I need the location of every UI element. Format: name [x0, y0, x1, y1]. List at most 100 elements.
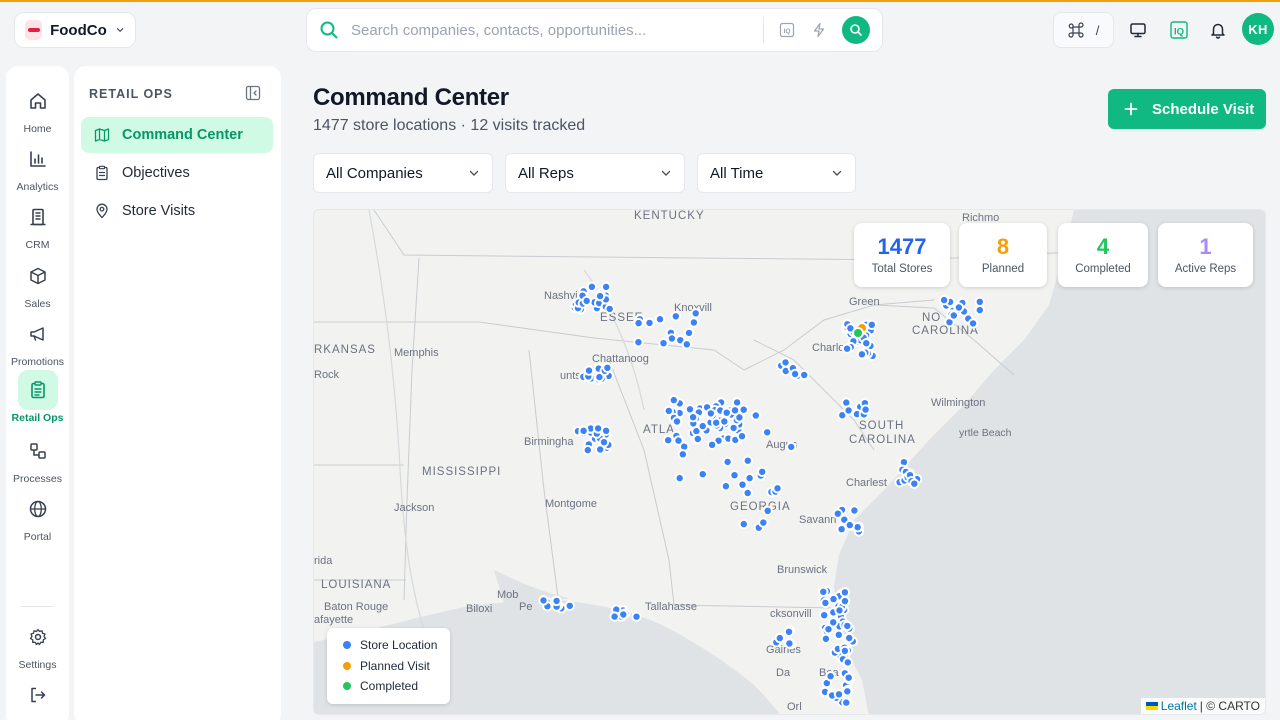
iq-icon[interactable]: IQ	[1168, 19, 1190, 41]
store-marker[interactable]	[762, 505, 773, 516]
store-marker[interactable]	[842, 620, 853, 632]
store-marker[interactable]	[839, 587, 851, 598]
store-marker[interactable]	[856, 349, 868, 360]
store-marker[interactable]	[719, 416, 730, 427]
store-marker[interactable]	[783, 626, 795, 637]
store-marker[interactable]	[742, 487, 753, 499]
store-marker[interactable]	[909, 478, 920, 489]
lightning-icon[interactable]	[810, 21, 828, 39]
rep-filter-select[interactable]: All Reps	[505, 153, 685, 193]
store-marker[interactable]	[604, 303, 615, 315]
schedule-visit-button[interactable]: Schedule Visit	[1108, 89, 1266, 129]
store-marker[interactable]	[757, 466, 768, 477]
rail-item-settings[interactable]: Settings	[6, 617, 69, 673]
store-marker[interactable]	[841, 697, 852, 708]
store-marker[interactable]	[663, 435, 674, 446]
store-marker[interactable]	[690, 308, 701, 319]
org-switcher[interactable]: FoodCo	[14, 12, 136, 48]
store-marker[interactable]	[839, 595, 851, 607]
store-marker[interactable]	[828, 593, 839, 605]
store-marker[interactable]	[729, 405, 741, 416]
rail-item-analytics[interactable]: Analytics	[6, 139, 69, 195]
store-marker[interactable]	[681, 339, 692, 350]
store-marker[interactable]	[861, 338, 872, 349]
store-marker[interactable]	[668, 394, 679, 406]
store-marker[interactable]	[762, 427, 773, 438]
store-marker[interactable]	[706, 439, 718, 451]
store-marker[interactable]	[938, 294, 950, 306]
store-marker[interactable]	[683, 327, 695, 339]
store-marker[interactable]	[697, 420, 708, 432]
bell-icon[interactable]	[1207, 19, 1229, 41]
store-marker[interactable]	[737, 479, 748, 490]
iq-scan-icon[interactable]: IQ	[778, 21, 796, 39]
store-marker[interactable]	[609, 611, 620, 622]
store-marker[interactable]	[844, 632, 855, 644]
store-marker[interactable]	[819, 610, 830, 621]
store-marker[interactable]	[833, 689, 845, 700]
store-marker[interactable]	[844, 519, 855, 531]
store-marker[interactable]	[592, 423, 604, 434]
store-marker[interactable]	[654, 314, 666, 325]
store-marker[interactable]	[820, 633, 832, 644]
store-marker[interactable]	[784, 638, 795, 649]
rail-item-sales[interactable]: Sales	[6, 256, 69, 312]
store-marker[interactable]	[744, 472, 755, 484]
store-marker[interactable]	[825, 671, 836, 682]
subnav-item-objectives[interactable]: Objectives	[81, 155, 273, 191]
store-marker[interactable]	[598, 437, 610, 448]
store-marker[interactable]	[633, 337, 644, 348]
store-marker[interactable]	[842, 657, 853, 668]
store-marker[interactable]	[839, 645, 851, 657]
rail-item-processes[interactable]: Processes	[6, 431, 69, 487]
store-marker[interactable]	[582, 444, 593, 456]
rail-item-crm[interactable]: CRM	[6, 197, 69, 253]
store-marker[interactable]	[832, 508, 843, 519]
store-marker[interactable]	[833, 629, 844, 640]
store-marker[interactable]	[583, 365, 595, 376]
rail-item-promotions[interactable]: Promotions	[6, 314, 69, 370]
subnav-item-store-visits[interactable]: Store Visits	[81, 193, 273, 229]
store-marker[interactable]	[866, 319, 877, 331]
store-marker[interactable]	[948, 310, 959, 321]
store-marker[interactable]	[842, 686, 853, 697]
store-marker[interactable]	[564, 600, 576, 611]
search-submit-button[interactable]	[842, 16, 870, 44]
store-marker[interactable]	[581, 295, 592, 307]
rail-item-logout[interactable]	[6, 675, 69, 720]
leaflet-link[interactable]: Leaflet	[1161, 699, 1197, 713]
store-marker[interactable]	[666, 333, 678, 344]
store-marker[interactable]	[705, 408, 716, 419]
store-marker[interactable]	[834, 605, 845, 616]
store-marker[interactable]	[820, 597, 831, 609]
company-filter-select[interactable]: All Companies	[313, 153, 493, 193]
search-input[interactable]	[351, 21, 751, 39]
rail-item-home[interactable]: Home	[6, 81, 69, 137]
command-palette-button[interactable]: /	[1053, 12, 1114, 48]
store-marker[interactable]	[780, 357, 791, 368]
store-marker[interactable]	[742, 455, 753, 466]
time-filter-select[interactable]: All Time	[697, 153, 856, 193]
store-marker[interactable]	[671, 416, 683, 427]
store-marker[interactable]	[849, 505, 860, 516]
store-marker[interactable]	[644, 317, 655, 329]
store-marker[interactable]	[836, 524, 847, 535]
store-marker[interactable]	[721, 407, 732, 418]
store-marker[interactable]	[631, 611, 642, 622]
store-marker[interactable]	[823, 624, 834, 635]
store-map[interactable]: KENTUCKY Richmo Nashvill ESSEE Knoxvill …	[313, 209, 1266, 715]
store-marker[interactable]	[953, 302, 965, 313]
store-marker[interactable]	[692, 433, 703, 445]
sidebar-collapse-icon[interactable]	[245, 85, 261, 101]
store-marker[interactable]	[843, 405, 854, 416]
store-marker[interactable]	[818, 586, 829, 597]
store-marker[interactable]	[786, 441, 797, 453]
store-marker[interactable]	[738, 404, 749, 415]
store-marker[interactable]	[688, 317, 700, 328]
store-marker[interactable]	[774, 632, 785, 644]
store-marker[interactable]	[602, 362, 613, 374]
store-marker[interactable]	[974, 304, 985, 316]
store-marker[interactable]	[551, 595, 562, 607]
store-marker[interactable]	[720, 481, 732, 492]
store-marker[interactable]	[843, 672, 854, 683]
